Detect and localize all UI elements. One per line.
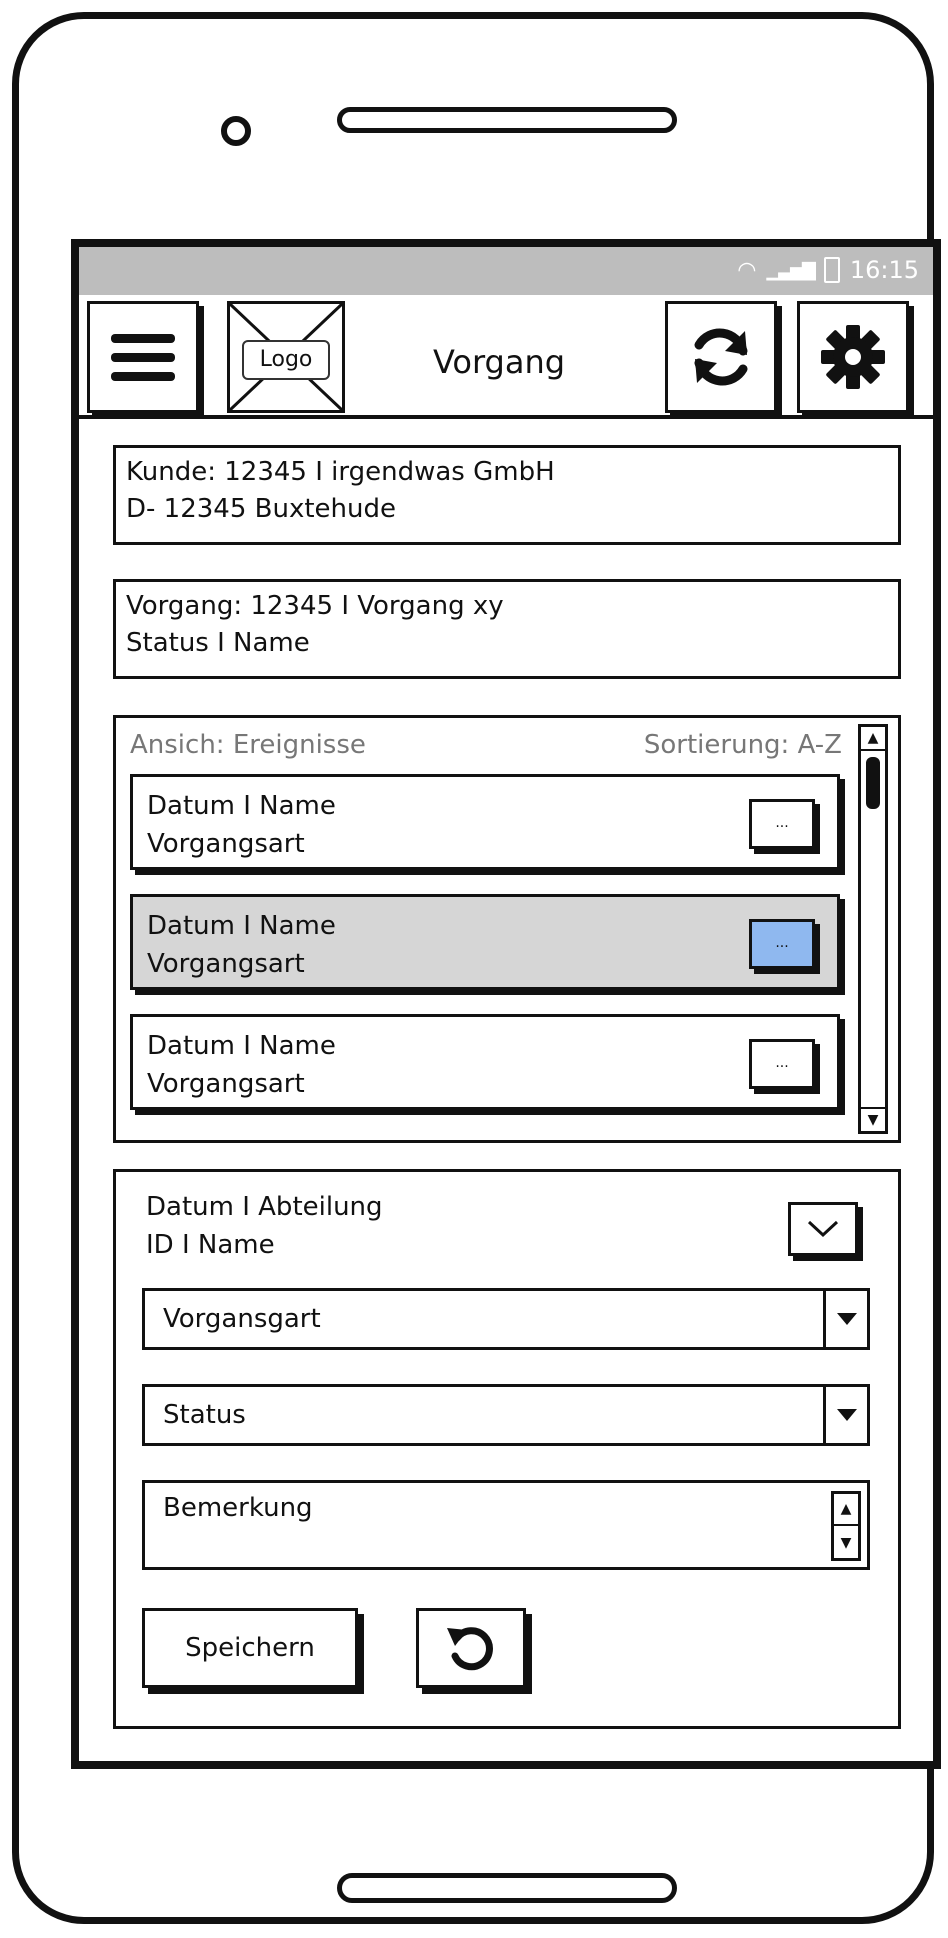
status-select[interactable]: Status: [142, 1384, 870, 1446]
detail-line-1: Datum I Abteilung: [146, 1192, 383, 1222]
remark-textarea[interactable]: Bemerkung ▲ ▼: [142, 1480, 870, 1570]
view-label[interactable]: Ansich: Ereignisse: [130, 730, 366, 760]
menu-button[interactable]: [87, 301, 199, 413]
remark-placeholder: Bemerkung: [163, 1493, 313, 1523]
type-select-value: Vorgansgart: [163, 1304, 321, 1334]
process-info-card: Vorgang: 12345 I Vorgang xy Status I Nam…: [113, 579, 901, 679]
dropdown-arrow-icon[interactable]: [823, 1291, 867, 1347]
textarea-scrollbar[interactable]: ▲ ▼: [831, 1491, 861, 1561]
scroll-thumb[interactable]: [866, 757, 880, 809]
dropdown-arrow-icon[interactable]: [823, 1387, 867, 1443]
events-list-panel: Ansich: Ereignisse Sortierung: A-Z Datum…: [113, 715, 901, 1143]
signal-icon: ▁▃▅▇: [766, 259, 815, 281]
home-button[interactable]: [337, 1873, 677, 1903]
status-select-value: Status: [163, 1400, 246, 1430]
save-button[interactable]: Speichern: [142, 1608, 358, 1688]
logo-label: Logo: [242, 340, 330, 380]
more-button[interactable]: ...: [749, 799, 815, 849]
sort-label[interactable]: Sortierung: A-Z: [644, 730, 842, 760]
app-header: Logo Vorgang: [79, 295, 933, 419]
events-scrollbar[interactable]: ▲ ▼: [858, 724, 888, 1134]
page-title: Vorgang: [432, 343, 566, 381]
settings-button[interactable]: [797, 301, 909, 413]
scroll-up-icon[interactable]: ▲: [861, 727, 885, 751]
camera-icon: [221, 116, 251, 146]
customer-line-1: Kunde: 12345 I irgendwas GmbH: [126, 457, 555, 487]
event-line-1: Datum I Name: [147, 1031, 336, 1061]
chevron-down-icon: [807, 1220, 839, 1238]
event-line-1: Datum I Name: [147, 911, 336, 941]
status-time: 16:15: [849, 256, 919, 284]
process-line-2: Status I Name: [126, 628, 310, 658]
customer-line-2: D- 12345 Buxtehude: [126, 494, 396, 524]
type-select[interactable]: Vorgansgart: [142, 1288, 870, 1350]
detail-header: Datum I Abteilung ID I Name: [146, 1188, 383, 1264]
scroll-down-icon[interactable]: ▼: [834, 1528, 858, 1558]
more-button[interactable]: ...: [749, 919, 815, 969]
events-list-header: Ansich: Ereignisse Sortierung: A-Z: [130, 730, 842, 760]
hamburger-menu-icon: [111, 324, 175, 391]
list-item[interactable]: Datum I Name Vorgangsart ...: [130, 1014, 840, 1110]
scroll-down-icon[interactable]: ▼: [861, 1107, 885, 1131]
list-item[interactable]: Datum I Name Vorgangsart ...: [130, 774, 840, 870]
process-line-1: Vorgang: 12345 I Vorgang xy: [126, 591, 504, 621]
more-button[interactable]: ...: [749, 1039, 815, 1089]
event-line-2: Vorgangsart: [147, 949, 305, 979]
speaker-grille: [337, 107, 677, 133]
undo-icon: [447, 1627, 493, 1671]
customer-info-card: Kunde: 12345 I irgendwas GmbH D- 12345 B…: [113, 445, 901, 545]
sync-button[interactable]: [665, 301, 777, 413]
event-line-1: Datum I Name: [147, 791, 336, 821]
detail-form-panel: Datum I Abteilung ID I Name Vorgansgart …: [113, 1169, 901, 1729]
status-bar: ◠ ▁▃▅▇ 16:15: [79, 247, 933, 295]
battery-icon: [823, 257, 840, 283]
event-line-2: Vorgangsart: [147, 829, 305, 859]
gear-icon: [821, 325, 885, 389]
logo-placeholder: Logo: [227, 301, 345, 413]
collapse-button[interactable]: [788, 1202, 858, 1256]
event-line-2: Vorgangsart: [147, 1069, 305, 1099]
list-item-selected[interactable]: Datum I Name Vorgangsart ...: [130, 894, 840, 990]
detail-line-2: ID I Name: [146, 1230, 275, 1260]
wifi-icon: ◠: [737, 257, 757, 283]
scroll-up-icon[interactable]: ▲: [834, 1494, 858, 1526]
undo-button[interactable]: [416, 1608, 526, 1688]
sync-icon: [694, 328, 748, 386]
screen: ◠ ▁▃▅▇ 16:15 Logo Vorgang Kunde: 12345 I…: [71, 239, 941, 1769]
phone-frame: ◠ ▁▃▅▇ 16:15 Logo Vorgang Kunde: 12345 I…: [12, 12, 941, 1924]
